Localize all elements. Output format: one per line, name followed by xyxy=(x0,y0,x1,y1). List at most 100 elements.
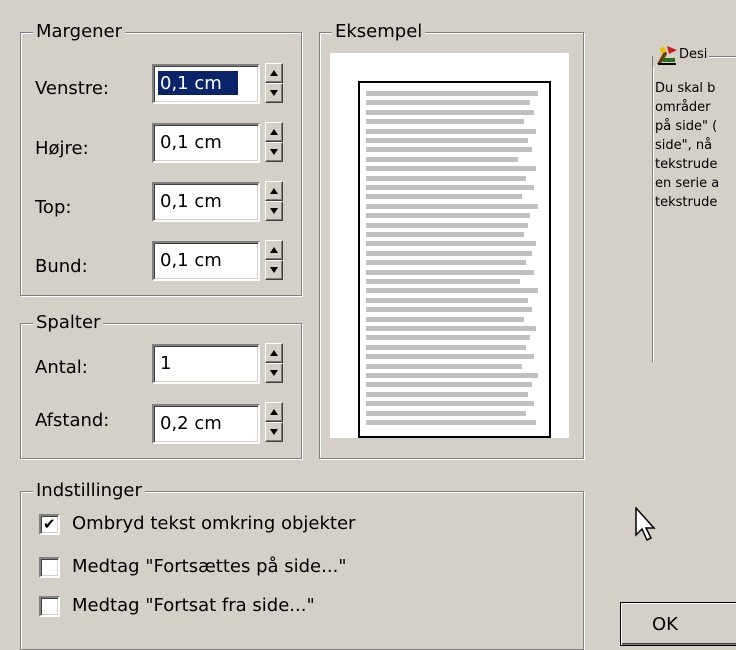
sample-text-line xyxy=(366,373,538,378)
design-tip-title-text: Desi xyxy=(679,47,708,62)
spin-down-button[interactable] xyxy=(265,363,283,383)
sample-text-line xyxy=(366,401,534,407)
tip-line: tekstrude xyxy=(655,195,718,210)
spin-up-button[interactable] xyxy=(265,181,283,201)
arrow-up-icon xyxy=(270,129,278,135)
spin-down-button[interactable] xyxy=(265,260,283,280)
sample-text-line xyxy=(366,156,518,162)
arrow-down-icon xyxy=(270,208,278,214)
sample-text-line xyxy=(366,297,528,303)
top-margin-spinner[interactable] xyxy=(265,181,283,221)
sample-text-line xyxy=(366,175,526,181)
sample-text-line xyxy=(366,260,526,266)
spin-down-button[interactable] xyxy=(265,142,283,162)
continued-from-checkbox[interactable] xyxy=(39,596,60,617)
spin-down-button[interactable] xyxy=(265,422,283,442)
preview-panel xyxy=(330,53,569,438)
continued-from-label[interactable]: Medtag "Fortsat fra side..." xyxy=(72,595,315,617)
spin-up-button[interactable] xyxy=(265,343,283,363)
sample-page xyxy=(358,81,551,438)
sample-text-line xyxy=(366,222,528,228)
settings-legend: Indstillinger xyxy=(33,479,145,503)
column-count-input[interactable] xyxy=(158,351,256,375)
sample-text-line xyxy=(366,335,530,341)
right-margin-input[interactable] xyxy=(158,130,256,154)
sample-text-line xyxy=(366,138,528,143)
sample-text-line xyxy=(366,269,534,275)
design-tip-panel: Desi Du skal b områder på side" ( side",… xyxy=(652,43,736,362)
sample-text-line xyxy=(366,410,526,416)
wrap-text-checkbox[interactable]: ✔ xyxy=(39,514,60,535)
sample-text-line xyxy=(366,344,526,350)
arrow-down-icon xyxy=(270,267,278,273)
bottom-margin-input[interactable] xyxy=(158,248,256,272)
sample-text-line xyxy=(366,241,536,247)
sample-text-line xyxy=(366,91,538,96)
arrow-up-icon xyxy=(270,70,278,76)
continued-on-checkbox[interactable] xyxy=(39,557,60,578)
left-margin-input[interactable] xyxy=(158,71,238,95)
sample-text-line xyxy=(366,382,532,388)
column-count-spinner[interactable] xyxy=(265,343,283,383)
sample-text-line xyxy=(366,185,534,190)
mouse-pointer-icon xyxy=(635,507,656,542)
column-spacing-input[interactable] xyxy=(158,411,256,435)
columns-legend: Spalter xyxy=(33,311,104,335)
bottom-margin-label: Bund: xyxy=(35,256,88,277)
arrow-down-icon xyxy=(270,370,278,376)
sample-text-line xyxy=(366,316,524,322)
top-margin-label: Top: xyxy=(35,197,72,218)
left-margin-field[interactable] xyxy=(152,64,260,104)
column-spacing-field[interactable] xyxy=(152,404,260,444)
spin-down-button[interactable] xyxy=(265,201,283,221)
sample-text-line xyxy=(366,326,536,331)
wrap-text-label[interactable]: Ombryd tekst omkring objekter xyxy=(72,513,355,535)
top-margin-field[interactable] xyxy=(152,182,260,222)
right-margin-field[interactable] xyxy=(152,123,260,163)
left-margin-label: Venstre: xyxy=(35,78,109,99)
arrow-down-icon xyxy=(270,149,278,155)
bottom-margin-field[interactable] xyxy=(152,241,260,281)
top-margin-input[interactable] xyxy=(158,189,256,213)
spin-up-button[interactable] xyxy=(265,122,283,142)
sample-text-line xyxy=(366,354,534,360)
sample-text-line xyxy=(366,213,530,219)
preview-legend: Eksempel xyxy=(332,20,426,44)
spin-up-button[interactable] xyxy=(265,240,283,260)
bottom-margin-spinner[interactable] xyxy=(265,240,283,280)
column-count-label: Antal: xyxy=(35,357,88,378)
sample-text-line xyxy=(366,128,536,134)
design-checker-icon xyxy=(657,45,677,65)
right-margin-spinner[interactable] xyxy=(265,122,283,162)
sample-text-line xyxy=(366,288,538,294)
tip-line: side", nå xyxy=(655,138,713,153)
arrow-down-icon xyxy=(270,90,278,96)
left-margin-spinner[interactable] xyxy=(265,63,283,103)
sample-text-line xyxy=(366,100,530,106)
tip-line: tekstrude xyxy=(655,157,718,172)
sample-text-line xyxy=(366,363,522,369)
continued-on-label[interactable]: Medtag "Fortsættes på side..." xyxy=(72,556,347,578)
sample-text-line xyxy=(366,279,520,284)
spin-up-button[interactable] xyxy=(265,63,283,83)
sample-text-line xyxy=(366,119,524,125)
spin-down-button[interactable] xyxy=(265,83,283,103)
arrow-up-icon xyxy=(270,247,278,253)
arrow-up-icon xyxy=(270,409,278,415)
sample-text-line xyxy=(366,194,522,200)
sample-text-line xyxy=(366,147,532,153)
right-margin-label: Højre: xyxy=(35,138,89,159)
spin-up-button[interactable] xyxy=(265,402,283,422)
sample-text-line xyxy=(366,391,528,397)
column-spacing-label: Afstand: xyxy=(35,410,110,431)
tip-line: områder xyxy=(655,100,711,115)
sample-text-line xyxy=(366,203,538,209)
column-count-field[interactable] xyxy=(152,344,260,384)
tip-line: Du skal b xyxy=(655,81,716,96)
tip-line: en serie a xyxy=(655,176,720,191)
ok-button[interactable]: OK xyxy=(620,602,736,646)
arrow-up-icon xyxy=(270,350,278,356)
column-spacing-spinner[interactable] xyxy=(265,402,283,442)
sample-text-line xyxy=(366,166,536,172)
sample-text-line xyxy=(366,250,532,256)
